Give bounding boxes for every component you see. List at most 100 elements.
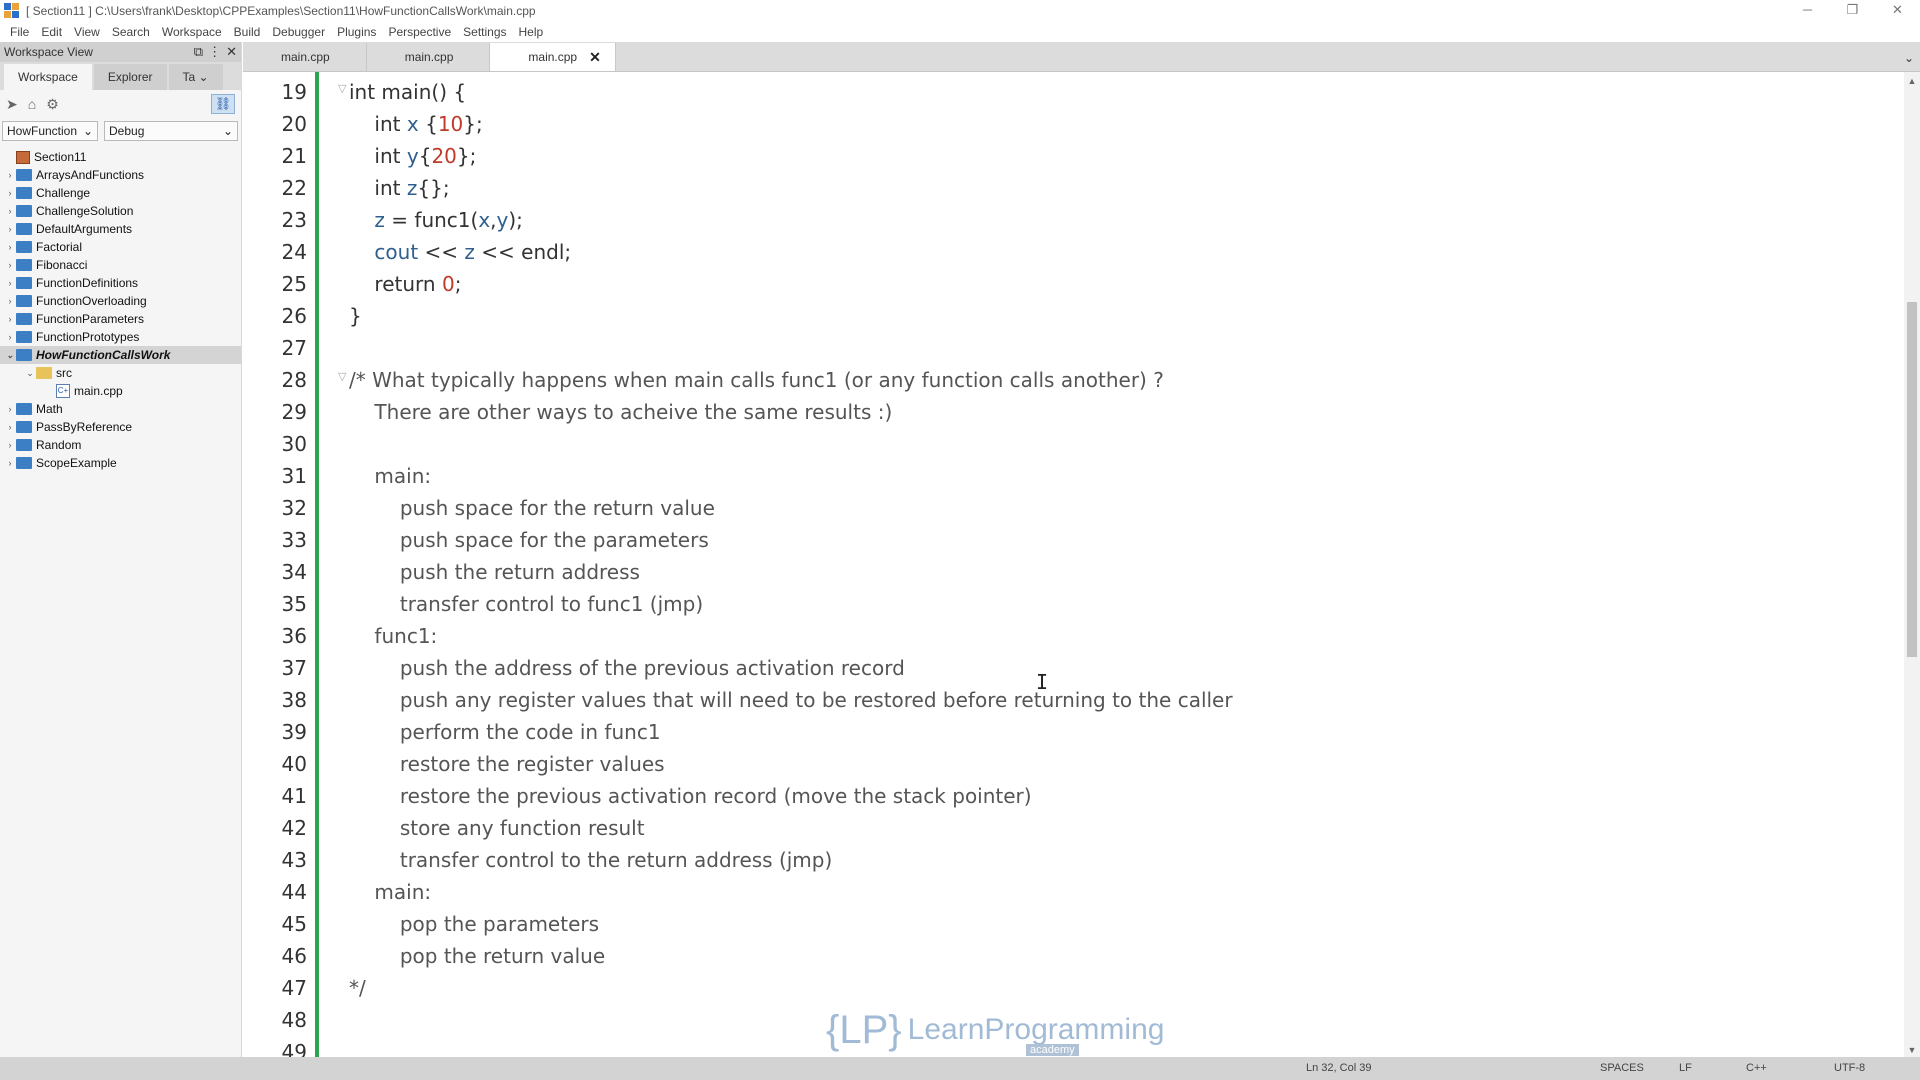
tree-item[interactable]: › ChallengeSolution: [0, 202, 241, 220]
chevron-right-icon[interactable]: ›: [4, 278, 16, 288]
scroll-thumb[interactable]: [1907, 302, 1917, 657]
configuration-select[interactable]: Debug ⌄: [104, 121, 238, 141]
tree-item[interactable]: › FunctionPrototypes: [0, 328, 241, 346]
tree-item[interactable]: › Math: [0, 400, 241, 418]
code-line[interactable]: 36 func1:: [243, 620, 1843, 652]
close-panel-icon[interactable]: ✕: [226, 44, 237, 60]
tree-item[interactable]: › ArraysAndFunctions: [0, 166, 241, 184]
tab-list-chevron-icon[interactable]: ⌄: [1904, 51, 1914, 65]
menu-edit[interactable]: Edit: [35, 25, 68, 39]
code-editor[interactable]: ▽ ▽ 19 int main() {20 int x {10}; 21 int y…: [243, 72, 1920, 1057]
code-line[interactable]: 24 cout << z << endl;: [243, 236, 1843, 268]
project-select[interactable]: HowFunction ⌄: [2, 121, 98, 141]
tree-item[interactable]: › Factorial: [0, 238, 241, 256]
tree-item[interactable]: › FunctionOverloading: [0, 292, 241, 310]
home-icon[interactable]: ⌂: [28, 96, 36, 112]
tree-item[interactable]: Section11: [0, 148, 241, 166]
chevron-down-icon[interactable]: ⌄: [24, 368, 36, 379]
editor-tab-active[interactable]: main.cpp ✕: [490, 43, 616, 71]
menu-search[interactable]: Search: [106, 25, 156, 39]
chevron-right-icon[interactable]: ›: [4, 440, 16, 450]
code-line[interactable]: 30: [243, 428, 1843, 460]
close-tab-icon[interactable]: ✕: [589, 49, 601, 66]
minimize-button[interactable]: ─: [1785, 0, 1830, 22]
scroll-up-icon[interactable]: ▲: [1904, 76, 1920, 86]
gear-icon[interactable]: ⚙: [46, 96, 59, 113]
code-line[interactable]: 19 int main() {: [243, 76, 1843, 108]
scroll-down-icon[interactable]: ▼: [1904, 1045, 1920, 1055]
tree-item[interactable]: › PassByReference: [0, 418, 241, 436]
menu-debugger[interactable]: Debugger: [266, 25, 331, 39]
dock-icon[interactable]: ⧉: [194, 44, 203, 60]
file-encoding[interactable]: UTF-8: [1834, 1062, 1865, 1074]
menu-workspace[interactable]: Workspace: [156, 25, 228, 39]
indent-mode[interactable]: SPACES: [1600, 1062, 1644, 1074]
panel-menu-icon[interactable]: ⋮: [208, 44, 221, 60]
tree-item[interactable]: › Fibonacci: [0, 256, 241, 274]
language-mode[interactable]: C++: [1746, 1062, 1767, 1074]
line-ending[interactable]: LF: [1679, 1062, 1692, 1074]
code-line[interactable]: 33 push space for the parameters: [243, 524, 1843, 556]
code-line[interactable]: 39 perform the code in func1: [243, 716, 1843, 748]
code-line[interactable]: 40 restore the register values: [243, 748, 1843, 780]
code-line[interactable]: 28 /* What typically happens when main ca…: [243, 364, 1843, 396]
menu-plugins[interactable]: Plugins: [331, 25, 382, 39]
cursor-position[interactable]: Ln 32, Col 39: [1306, 1062, 1371, 1074]
code-line[interactable]: 27: [243, 332, 1843, 364]
chevron-right-icon[interactable]: ›: [4, 224, 16, 234]
code-line[interactable]: 29 There are other ways to acheive the s…: [243, 396, 1843, 428]
tree-item[interactable]: › FunctionParameters: [0, 310, 241, 328]
code-line[interactable]: 42 store any function result: [243, 812, 1843, 844]
tree-item[interactable]: C+ main.cpp: [0, 382, 241, 400]
tab-explorer[interactable]: Explorer: [93, 64, 167, 90]
restore-button[interactable]: ❐: [1830, 0, 1875, 22]
send-icon[interactable]: ➤: [6, 96, 18, 113]
chevron-right-icon[interactable]: ›: [4, 242, 16, 252]
tree-item[interactable]: ⌄ HowFunctionCallsWork: [0, 346, 241, 364]
tab-workspace[interactable]: Workspace: [4, 64, 92, 90]
code-line[interactable]: 22 int z{};: [243, 172, 1843, 204]
code-line[interactable]: 41 restore the previous activation recor…: [243, 780, 1843, 812]
chevron-down-icon[interactable]: ⌄: [4, 350, 16, 361]
chevron-down-icon[interactable]: ⌄: [199, 70, 209, 84]
vertical-scrollbar[interactable]: ▲ ▼: [1904, 72, 1920, 1057]
code-line[interactable]: 26}: [243, 300, 1843, 332]
menu-settings[interactable]: Settings: [457, 25, 512, 39]
chevron-right-icon[interactable]: ›: [4, 170, 16, 180]
code-line[interactable]: 43 transfer control to the return addres…: [243, 844, 1843, 876]
code-line[interactable]: 25 return 0;: [243, 268, 1843, 300]
code-line[interactable]: 34 push the return address: [243, 556, 1843, 588]
chevron-right-icon[interactable]: ›: [4, 422, 16, 432]
menu-build[interactable]: Build: [228, 25, 267, 39]
chevron-right-icon[interactable]: ›: [4, 206, 16, 216]
editor-tab[interactable]: main.cpp: [366, 43, 491, 71]
tree-item[interactable]: › Challenge: [0, 184, 241, 202]
chevron-right-icon[interactable]: ›: [4, 296, 16, 306]
tree-item[interactable]: ⌄ src: [0, 364, 241, 382]
chevron-right-icon[interactable]: ›: [4, 314, 16, 324]
link-editor-icon[interactable]: ⛓: [211, 94, 235, 114]
code-line[interactable]: 44 main:: [243, 876, 1843, 908]
tab-tabs[interactable]: Ta ⌄: [168, 64, 223, 90]
chevron-right-icon[interactable]: ›: [4, 332, 16, 342]
tree-item[interactable]: › FunctionDefinitions: [0, 274, 241, 292]
code-line[interactable]: 21 int y{20};: [243, 140, 1843, 172]
tree-item[interactable]: › ScopeExample: [0, 454, 241, 472]
chevron-right-icon[interactable]: ›: [4, 188, 16, 198]
code-line[interactable]: 46 pop the return value: [243, 940, 1843, 972]
code-line[interactable]: 23 z = func1(x,y);: [243, 204, 1843, 236]
menu-perspective[interactable]: Perspective: [382, 25, 457, 39]
chevron-right-icon[interactable]: ›: [4, 260, 16, 270]
tree-item[interactable]: › Random: [0, 436, 241, 454]
code-line[interactable]: 20 int x {10};: [243, 108, 1843, 140]
chevron-right-icon[interactable]: ›: [4, 404, 16, 414]
menu-view[interactable]: View: [68, 25, 106, 39]
code-line[interactable]: 45 pop the parameters: [243, 908, 1843, 940]
code-line[interactable]: 35 transfer control to func1 (jmp): [243, 588, 1843, 620]
code-line[interactable]: 31 main:: [243, 460, 1843, 492]
chevron-right-icon[interactable]: ›: [4, 458, 16, 468]
menu-file[interactable]: File: [4, 25, 35, 39]
editor-tab[interactable]: main.cpp: [243, 43, 367, 71]
code-line[interactable]: 32 push space for the return value: [243, 492, 1843, 524]
close-window-button[interactable]: ✕: [1875, 0, 1920, 22]
